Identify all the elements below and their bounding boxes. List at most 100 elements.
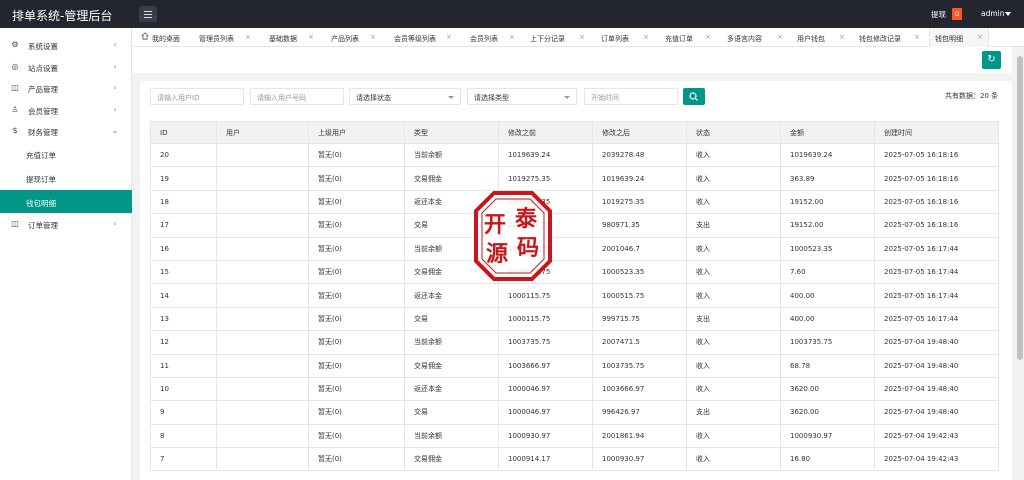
tab-multilanguage[interactable]: 多语言内容 × (720, 28, 792, 47)
sidebar-sub-label: 充值订单 (26, 151, 56, 160)
tab-product-list[interactable]: 产品列表 × (323, 28, 385, 47)
status-select[interactable]: 请选择状态 (349, 88, 461, 105)
menu-toggle-icon[interactable] (139, 6, 157, 22)
column-header-type[interactable]: 类型 (404, 121, 499, 144)
tab-user-wallet[interactable]: 用户钱包 × (792, 28, 854, 47)
sidebar-sub-label: 钱包明细 (26, 199, 56, 208)
close-icon[interactable]: × (705, 33, 711, 41)
column-header-before[interactable]: 修改之前 (498, 121, 593, 144)
withdraw-link[interactable]: 提现 (931, 9, 946, 20)
close-icon[interactable]: × (579, 33, 585, 41)
column-header-amount[interactable]: 金额 (780, 121, 875, 144)
caret-down-icon[interactable] (1005, 12, 1011, 16)
cell-created-at: 2025-07-04 19:48:40 (874, 330, 999, 355)
tab-admin-list[interactable]: 管理员列表 × (192, 28, 261, 47)
chevron-left-icon: ‹ (113, 40, 117, 49)
tab-label: 充值订单 (665, 35, 693, 43)
cell-before: 1000115.75 (498, 283, 593, 308)
cell-after: 1000930.97 (592, 447, 687, 472)
cell-status: 收入 (686, 259, 781, 285)
cell-user (216, 447, 309, 472)
tab-wallet-change-log[interactable]: 钱包修改记录 × (854, 28, 929, 47)
cell-created-at: 2025-07-05 16:18:16 (874, 142, 999, 168)
cell-after: 999715.75 (592, 306, 687, 332)
cell-amount: 16.80 (780, 447, 875, 472)
close-icon[interactable]: × (977, 33, 983, 41)
cell-parent-user: 暂无(0) (308, 142, 405, 168)
search-button[interactable] (683, 88, 705, 105)
table-row: 8 暂无(0) 当前余额 1000930.97 2001861.94 收入 1000930.… (150, 423, 999, 449)
sidebar-item-site-settings[interactable]: ◎ 站点设置 ‹ (0, 56, 132, 78)
sidebar-sub-withdraw-orders[interactable]: 提现订单 (0, 166, 132, 189)
close-icon[interactable]: × (777, 33, 783, 41)
cell-amount: 363.89 (780, 166, 875, 191)
cell-parent-user: 暂无(0) (308, 166, 405, 191)
sidebar-sub-recharge-orders[interactable]: 充值订单 (0, 142, 132, 165)
sidebar-sub-label: 提现订单 (26, 175, 56, 184)
start-time-input[interactable]: 开始时间 (584, 88, 678, 105)
stamp-char: 泰 (514, 206, 538, 232)
tab-member-level-list[interactable]: 会员等级列表 × (385, 28, 461, 47)
column-header-user[interactable]: 用户 (216, 121, 309, 144)
tab-member-list[interactable]: 会员列表 × (461, 28, 523, 47)
table-row: 14 暂无(0) 返还本金 1000115.75 1000515.75 收入 400.00 2… (150, 283, 999, 308)
column-header-parent-user[interactable]: 上级用户 (308, 121, 405, 144)
globe-icon: ◎ (11, 62, 19, 71)
cell-after: 980971.35 (592, 213, 687, 238)
close-icon[interactable]: × (308, 33, 314, 41)
status-select-value: 请选择状态 (356, 94, 391, 102)
tab-points-record[interactable]: 上下分记录 × (523, 28, 593, 47)
cell-created-at: 2025-07-04 19:42:43 (874, 447, 999, 472)
cell-after: 1019275.35 (592, 189, 687, 215)
sidebar-sub-wallet-details[interactable]: 钱包明细 (0, 190, 132, 213)
cell-id: 16 (150, 236, 217, 261)
user-menu[interactable]: admin (981, 9, 1005, 18)
scrollbar-thumb[interactable] (1017, 56, 1023, 360)
close-icon[interactable]: × (509, 33, 515, 41)
sidebar-item-finance-management[interactable]: $ 财务管理 ⌄ (0, 120, 132, 142)
tab-wallet-details[interactable]: 钱包明细 × (929, 28, 989, 47)
tab-order-list[interactable]: 订单列表 × (593, 28, 657, 47)
close-icon[interactable]: × (446, 33, 452, 41)
cell-status: 收入 (686, 236, 781, 261)
sidebar-item-label: 产品管理 (28, 85, 58, 94)
cell-status: 收入 (686, 142, 781, 168)
cell-type: 当前余额 (404, 142, 499, 168)
cell-id: 9 (150, 400, 217, 425)
tab-label: 用户钱包 (797, 35, 825, 43)
cell-amount: 3620.00 (780, 400, 875, 425)
table-row: 15暂无(0)交易佣金1000515.751000523.35收入7.60202… (150, 259, 999, 285)
total-count: 共有数据：20 条 (945, 92, 999, 100)
cell-parent-user: 暂无(0) (308, 259, 405, 285)
column-header-id[interactable]: ID (150, 121, 217, 144)
tab-recharge-orders[interactable]: 充值订单 × (657, 28, 720, 47)
sidebar-item-system-settings[interactable]: ⚙ 系统设置 ‹ (0, 34, 132, 56)
cell-type: 交易 (404, 400, 499, 425)
cell-type: 交易 (404, 306, 499, 332)
sidebar-item-member-management[interactable]: ♙ 会员管理 ‹ (0, 99, 132, 121)
close-icon[interactable]: × (643, 33, 649, 41)
cell-after: 2001046.7 (592, 236, 687, 261)
column-header-status[interactable]: 状态 (686, 121, 781, 144)
sidebar-item-product-management[interactable]: ◫ 产品管理 ‹ (0, 77, 132, 99)
top-bar: 排单系统-管理后台 提现 0 admin (0, 0, 1024, 28)
user-account-input[interactable]: 请输入用户号码 (250, 88, 344, 105)
close-icon[interactable]: × (370, 33, 376, 41)
close-icon[interactable]: × (839, 33, 845, 41)
cell-user (216, 306, 309, 332)
cell-before: 1000115.75 (498, 306, 593, 332)
column-header-created-at[interactable]: 创建时间 (874, 121, 999, 144)
cell-amount: 400.00 (780, 306, 875, 332)
search-icon (689, 92, 698, 101)
refresh-button[interactable]: ↻ (982, 51, 1001, 69)
close-icon[interactable]: × (245, 33, 251, 41)
column-header-after[interactable]: 修改之后 (592, 121, 687, 144)
user-id-input[interactable]: 请输入用户ID (150, 88, 244, 105)
sidebar-item-order-management[interactable]: ◫ 订单管理 ‹ (0, 213, 132, 235)
close-icon[interactable]: × (914, 33, 920, 41)
cell-parent-user: 暂无(0) (308, 213, 405, 238)
tab-label: 订单列表 (601, 35, 629, 43)
stamp-char: 码 (517, 235, 539, 261)
tab-basic-data[interactable]: 基础数据 × (261, 28, 323, 47)
type-select[interactable]: 请选择类型 (467, 88, 577, 105)
